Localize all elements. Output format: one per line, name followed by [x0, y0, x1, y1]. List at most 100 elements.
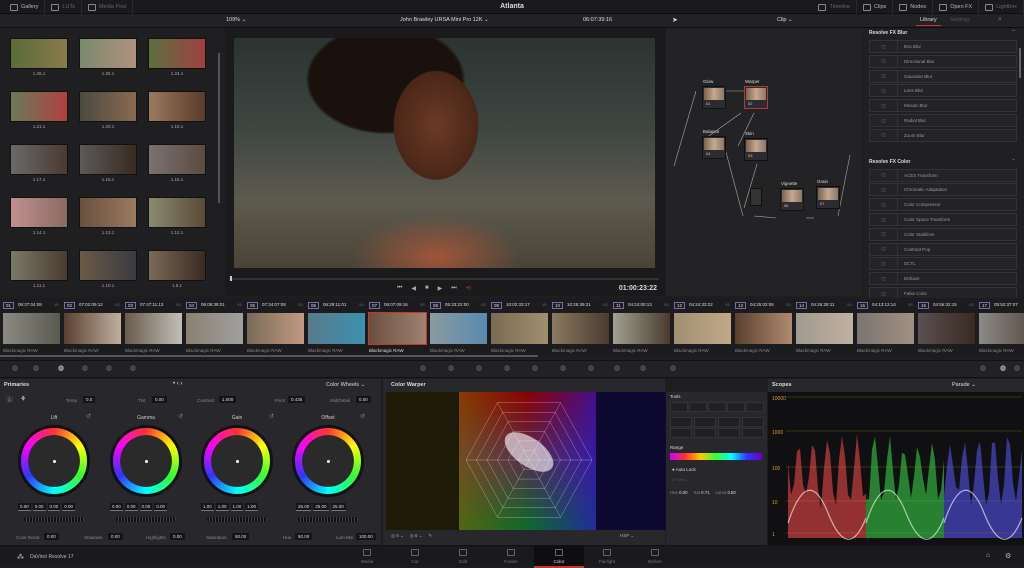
reset-tool-icon[interactable] [742, 428, 764, 438]
wheel-value[interactable]: 0.00 [110, 503, 123, 511]
3d-icon[interactable]: ◍ [670, 364, 676, 372]
auto-balance-icon[interactable]: Ⓐ [6, 395, 13, 405]
page-media[interactable]: Media [342, 546, 392, 568]
param-pivot[interactable]: 0.435 [288, 396, 306, 403]
fx-item[interactable]: ◫ Color Stabilizer [869, 227, 1017, 241]
eyedropper-icon[interactable]: ✎ [428, 533, 432, 539]
param-mid-detail[interactable]: 0.00 [356, 396, 371, 403]
page-deliver[interactable]: Deliver [630, 546, 680, 568]
gallery-still[interactable] [148, 250, 206, 281]
scope-mode-select[interactable]: Parade ⌄ [952, 382, 976, 388]
wheel-value[interactable]: 0.00 [154, 503, 168, 511]
color-wheel-offset[interactable] [292, 425, 364, 497]
readout-hue[interactable]: Hue 0.00 [670, 490, 687, 495]
fx-item[interactable]: ◫ Lens Blur [869, 84, 1017, 98]
timeline-clip[interactable]: 08 05:33:22:00 V1 Blackmagic RAW [427, 298, 488, 356]
motion-effects-icon[interactable]: ◍ [130, 364, 136, 372]
color-wheels-icon[interactable]: ◍ [58, 364, 64, 372]
pin-col-icon[interactable] [694, 417, 716, 427]
timeline-clip[interactable]: 06 06:29:11:01 V1 Blackmagic RAW [305, 298, 366, 356]
gallery-still[interactable] [148, 38, 206, 69]
playhead[interactable] [230, 276, 232, 281]
fx-item[interactable]: ◫ Gaussian Blur [869, 69, 1017, 83]
pin-row-icon[interactable] [670, 417, 692, 427]
tab-gallery[interactable]: Gallery [4, 0, 46, 14]
select-tool-icon[interactable] [670, 402, 688, 412]
page-fairlight[interactable]: Fairlight [582, 546, 632, 568]
timeline-clip[interactable]: 11 04:24:00:13 V1 Blackmagic RAW [610, 298, 671, 356]
tab-lightbox[interactable]: Lightbox [979, 0, 1024, 14]
param-hue[interactable]: 50.00 [295, 533, 313, 540]
param-temp[interactable]: 0.0 [83, 396, 96, 403]
param-tint[interactable]: 0.00 [152, 396, 167, 403]
param-saturation[interactable]: 50.00 [232, 533, 250, 540]
page-cut[interactable]: Cut [390, 546, 440, 568]
scopes-icon[interactable]: ◍ [1000, 364, 1006, 372]
magic-mask-icon[interactable]: ◍ [560, 364, 566, 372]
wheel-value[interactable]: 25.00 [330, 503, 346, 511]
window-icon[interactable]: ◍ [504, 364, 510, 372]
tab-media-pool[interactable]: Media Pool [82, 0, 134, 14]
fx-item[interactable]: ◫ Radial Blur [869, 114, 1017, 127]
gallery-still[interactable] [148, 144, 206, 175]
timeline-clip[interactable]: 09 10:02:33:17 V1 Blackmagic RAW [488, 298, 549, 356]
gallery-still[interactable] [79, 144, 137, 175]
convert-icon[interactable] [670, 428, 692, 438]
gallery-still[interactable] [79, 38, 137, 69]
pointer-icon[interactable]: ➤ [672, 16, 678, 24]
gallery-still[interactable] [79, 250, 137, 281]
play-icon[interactable]: ▶ [438, 285, 443, 292]
fx-item[interactable]: ◫ Chromatic Adaptation [869, 183, 1017, 197]
node-warper[interactable]: Warper 02 [744, 79, 768, 109]
color-wheel-lift[interactable] [18, 425, 90, 497]
tab-open-fx[interactable]: Open FX [933, 0, 980, 14]
reset-icon[interactable]: ↺ [86, 413, 91, 420]
gallery-still[interactable] [10, 250, 68, 281]
node-grain[interactable]: Grain 07 [816, 179, 840, 209]
settings-icon[interactable]: ⚙ [1005, 552, 1011, 560]
wheel-value[interactable]: 1.00 [230, 503, 244, 511]
timeline-clip[interactable]: 04 06:09:38:01 V1 Blackmagic RAW [183, 298, 244, 356]
fx-item[interactable]: ◫ Box Blur [869, 40, 1017, 53]
camera-raw-icon[interactable]: ◍ [12, 364, 18, 372]
param-shadows[interactable]: 0.00 [108, 533, 123, 540]
reset-icon[interactable]: ↺ [178, 413, 183, 420]
node-mode-select[interactable]: Clip ⌄ [777, 17, 793, 23]
timeline-clip[interactable]: 1705:52:37:07V1Blackmagic RAW [976, 298, 1024, 356]
gallery-still[interactable] [10, 144, 68, 175]
master-wheel-gain[interactable] [207, 517, 267, 522]
warper-field[interactable] [386, 392, 666, 530]
tab-clips[interactable]: Clips [857, 0, 894, 14]
page-fusion[interactable]: Fusion [486, 546, 536, 568]
gallery-still[interactable] [10, 38, 68, 69]
readout-luma[interactable]: Luma 0.50 [716, 490, 736, 495]
tab-library[interactable]: Library [916, 17, 941, 26]
gallery-scrollbar[interactable] [218, 53, 220, 203]
fx-item[interactable]: ◫ Color Space Transform [869, 213, 1017, 226]
param-contrast[interactable]: 1.000 [219, 396, 237, 403]
color-match-icon[interactable]: ◍ [33, 364, 39, 372]
timeline-clip[interactable]: 07 06:07:09:16 V1 Blackmagic RAW [366, 298, 427, 356]
fx-item[interactable]: ◫ Dehaze [869, 272, 1017, 286]
gallery-still[interactable] [79, 197, 137, 228]
color-wheel-gain[interactable] [201, 425, 273, 497]
wheel-value[interactable]: 25.00 [313, 503, 329, 511]
drag-tool-icon[interactable] [708, 402, 726, 412]
loop-icon[interactable]: ⟲ [466, 285, 471, 292]
timeline-scrollbar[interactable] [0, 355, 538, 357]
timeline-clip[interactable]: 02 07:02:09:12 V1 Blackmagic RAW [61, 298, 122, 356]
wheel-value[interactable]: 0.00 [62, 503, 76, 511]
invert-icon[interactable] [694, 428, 716, 438]
wheel-value[interactable]: 25.00 [296, 503, 312, 511]
picker-icon[interactable]: ⚘ [20, 395, 26, 403]
timeline-clip[interactable]: 13 04:25:02:06 V1 Blackmagic RAW [732, 298, 793, 356]
node-balance[interactable]: Balance 04 [702, 129, 726, 159]
parallel-mixer-node[interactable] [750, 188, 762, 206]
tab-settings[interactable]: Settings [950, 17, 970, 23]
wheel-value[interactable]: 0.00 [18, 503, 31, 511]
page-dots[interactable]: • ‹ › [173, 381, 182, 387]
node-glow[interactable]: Glow 01 [702, 79, 726, 109]
home-icon[interactable]: ⌂ [986, 552, 990, 559]
timeline-clip[interactable]: 12 04:24:33:22 V1 Blackmagic RAW [671, 298, 732, 356]
rgb-mixer-icon[interactable]: ◍ [106, 364, 112, 372]
